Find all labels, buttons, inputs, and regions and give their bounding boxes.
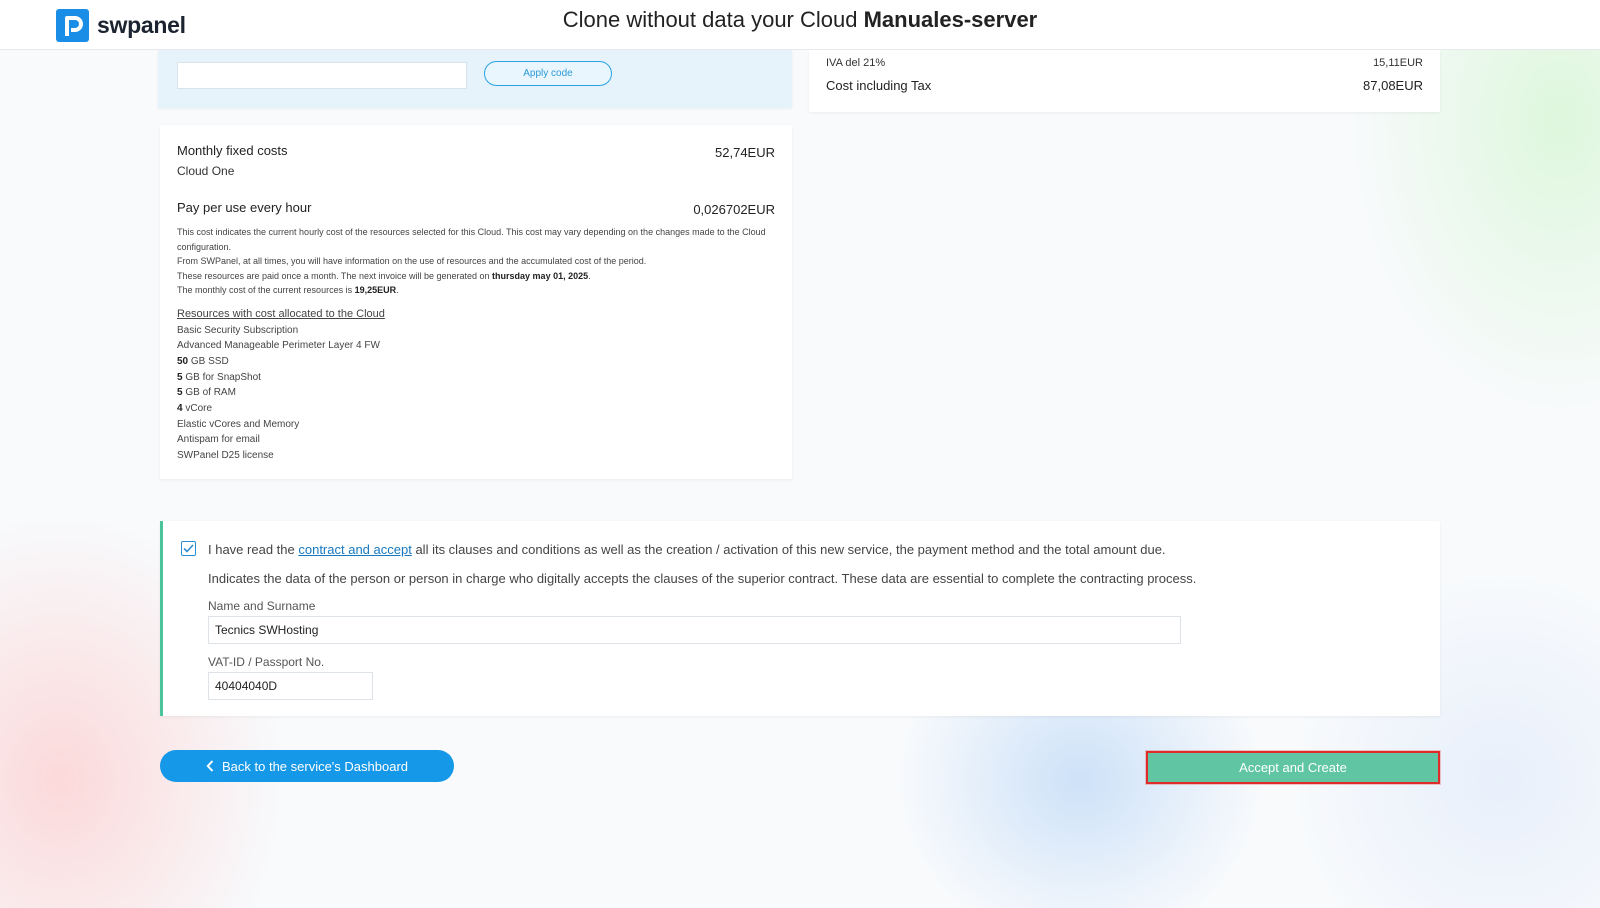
page-title-server: Manuales-server	[863, 7, 1038, 32]
promo-code-input[interactable]	[177, 62, 467, 89]
desc-line-1: This cost indicates the current hourly c…	[177, 227, 766, 252]
contract-indication: Indicates the data of the person or pers…	[208, 571, 1197, 586]
page-title: Clone without data your Cloud Manuales-s…	[0, 7, 1600, 33]
page-title-prefix: Clone without data your Cloud	[562, 7, 858, 32]
resource-qty: 5	[177, 371, 183, 383]
resource-text: GB SSD	[190, 355, 229, 367]
resource-item: 4 vCore	[177, 401, 775, 417]
total-label: Cost including Tax	[826, 78, 932, 93]
resource-qty: 5	[177, 387, 183, 399]
monthly-costs-label: Monthly fixed costs	[177, 143, 288, 158]
contract-panel: I have read the contract and accept all …	[160, 521, 1440, 716]
resources-list: Basic Security Subscription Advanced Man…	[177, 323, 775, 464]
vat-id-input[interactable]	[208, 672, 373, 700]
resource-text: Antispam for email	[177, 434, 260, 446]
resource-item: Antispam for email	[177, 432, 775, 448]
back-to-dashboard-button[interactable]: Back to the service's Dashboard	[160, 750, 454, 782]
accept-contract-checkbox[interactable]	[181, 541, 196, 556]
resources-title: Resources with cost allocated to the Clo…	[177, 307, 385, 320]
resource-item: 5 GB for SnapShot	[177, 370, 775, 386]
hourly-costs-label: Pay per use every hour	[177, 200, 312, 215]
promo-code-panel: Apply code	[158, 50, 792, 108]
check-icon	[183, 544, 194, 553]
contract-statement: I have read the contract and accept all …	[208, 542, 1166, 557]
hourly-costs-value: 0,026702EUR	[693, 202, 775, 217]
iva-row: IVA del 21% 15,11EUR	[826, 57, 1423, 69]
name-surname-input[interactable]	[208, 616, 1181, 644]
resource-item: Basic Security Subscription	[177, 323, 775, 339]
resource-qty: 4	[177, 403, 183, 415]
resource-item: Advanced Manageable Perimeter Layer 4 FW	[177, 338, 775, 354]
resource-item: 5 GB of RAM	[177, 385, 775, 401]
resource-qty: 50	[177, 355, 189, 367]
contract-text-prefix: I have read the	[208, 542, 295, 557]
name-field-label: Name and Surname	[208, 599, 316, 613]
resource-item: SWPanel D25 license	[177, 448, 775, 464]
monthly-resources-cost: 19,25EUR	[354, 285, 397, 295]
chevron-left-icon	[206, 760, 214, 772]
vat-field-label: VAT-ID / Passport No.	[208, 655, 325, 669]
total-value: 87,08EUR	[1363, 78, 1423, 93]
desc-line-4-text: The monthly cost of the current resource…	[177, 285, 353, 295]
next-invoice-date: thursday may 01, 2025	[492, 270, 589, 281]
top-bar: swpanel Clone without data your Cloud Ma…	[0, 0, 1600, 50]
resource-text: vCore	[185, 403, 213, 415]
plan-name: Cloud One	[177, 164, 235, 178]
contract-text-suffix: all its clauses and conditions as well a…	[415, 542, 1166, 557]
cost-description: This cost indicates the current hourly c…	[177, 225, 775, 298]
resource-text: GB for SnapShot	[185, 371, 261, 383]
desc-line-3-text: These resources are paid once a month. T…	[177, 270, 490, 281]
resource-item: Elastic vCores and Memory	[177, 417, 775, 433]
tax-summary-panel: IVA del 21% 15,11EUR Cost including Tax …	[809, 50, 1440, 112]
contract-link[interactable]: contract and accept	[298, 542, 411, 557]
resource-text: SWPanel D25 license	[177, 450, 274, 462]
desc-line-3-end: .	[588, 270, 591, 281]
desc-line-4: The monthly cost of the current resource…	[177, 283, 775, 298]
apply-code-button[interactable]: Apply code	[484, 61, 612, 86]
resource-text: Elastic vCores and Memory	[177, 418, 300, 430]
resource-item: 50 GB SSD	[177, 354, 775, 370]
monthly-costs-value: 52,74EUR	[715, 145, 775, 160]
monthly-costs-row: Monthly fixed costs 52,74EUR	[177, 143, 775, 160]
iva-value: 15,11EUR	[1373, 57, 1423, 69]
desc-line-2: From SWPanel, at all times, you will hav…	[177, 256, 647, 266]
resource-text: Advanced Manageable Perimeter Layer 4 FW	[177, 340, 380, 352]
accept-and-create-button[interactable]: Accept and Create	[1146, 751, 1440, 784]
back-button-label: Back to the service's Dashboard	[221, 758, 409, 774]
total-row: Cost including Tax 87,08EUR	[826, 78, 1423, 93]
resource-text: Basic Security Subscription	[177, 324, 299, 336]
hourly-costs-row: Pay per use every hour 0,026702EUR	[177, 200, 775, 217]
resource-text: GB of RAM	[185, 387, 236, 399]
iva-label: IVA del 21%	[826, 57, 886, 69]
desc-line-4-end: .	[396, 285, 399, 295]
desc-line-3: These resources are paid once a month. T…	[177, 269, 775, 284]
costs-panel: Monthly fixed costs 52,74EUR Cloud One P…	[160, 125, 792, 479]
